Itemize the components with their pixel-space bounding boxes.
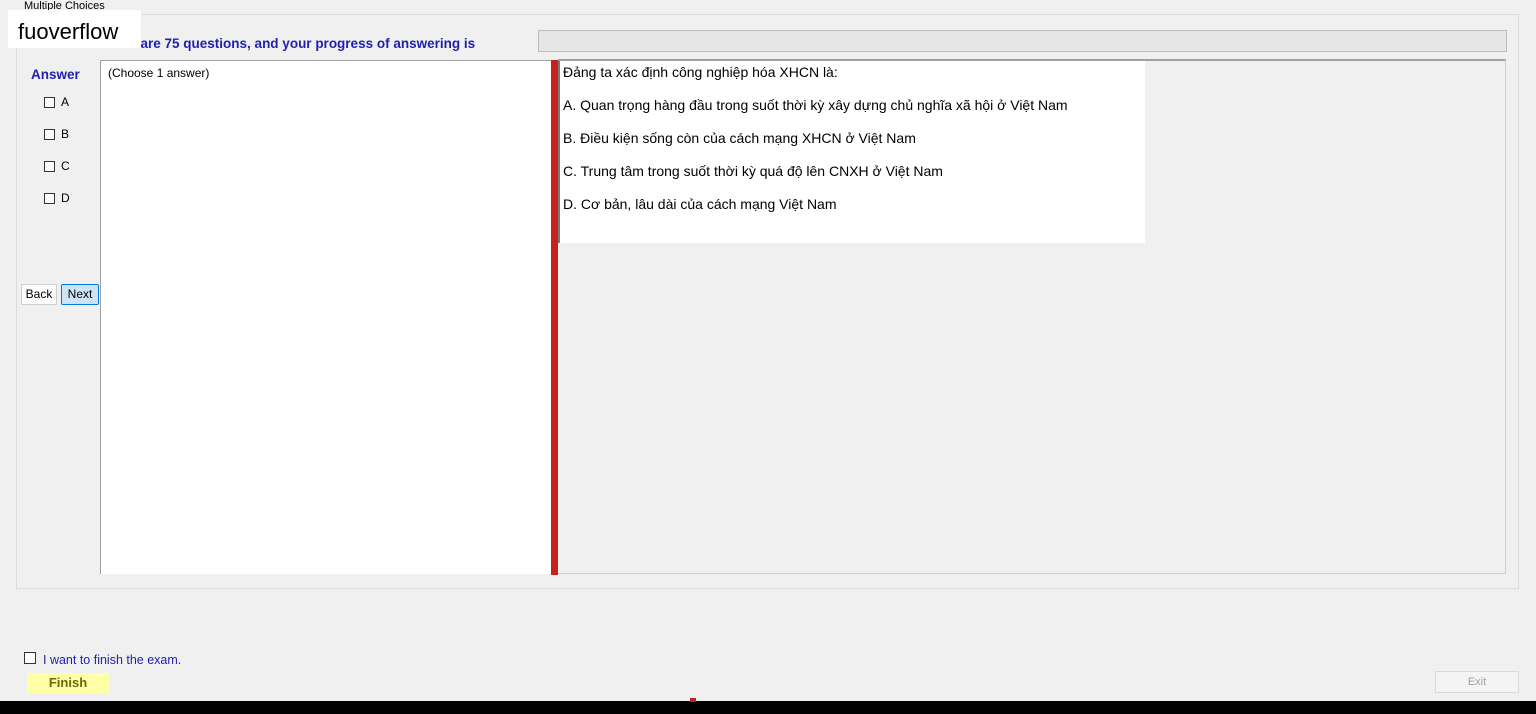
finish-button[interactable]: Finish <box>27 673 109 693</box>
answer-title: Answer <box>31 67 80 82</box>
answer-instruction-panel <box>100 60 551 574</box>
panel-splitter[interactable] <box>551 60 558 575</box>
question-choice-b: B. Điều kiện sống còn của cách mạng XHCN… <box>563 130 916 146</box>
taskbar-marker <box>690 698 696 702</box>
choose-instruction: (Choose 1 answer) <box>108 66 210 80</box>
finish-exam-label: I want to finish the exam. <box>43 653 182 667</box>
next-button[interactable]: Next <box>61 284 99 305</box>
progress-text: There are 75 questions, and your progres… <box>100 36 476 51</box>
answer-option-label: A <box>61 95 70 109</box>
checkbox-d[interactable] <box>44 192 55 204</box>
progress-bar <box>538 30 1507 52</box>
finish-exam-checkbox-row[interactable]: I want to finish the exam. <box>24 651 182 667</box>
answer-option-label: C <box>61 159 70 173</box>
exit-button[interactable]: Exit <box>1435 671 1519 693</box>
answer-option-d[interactable]: D <box>44 191 70 205</box>
answer-option-a[interactable]: A <box>44 95 69 109</box>
answer-option-c[interactable]: C <box>44 159 70 173</box>
answer-option-b[interactable]: B <box>44 127 69 141</box>
answer-option-label: B <box>61 127 70 141</box>
question-stem: Đảng ta xác định công nghiệp hóa XHCN là… <box>563 64 838 80</box>
answer-option-label: D <box>61 191 70 205</box>
checkbox-a[interactable] <box>44 96 55 108</box>
back-button[interactable]: Back <box>21 284 57 305</box>
taskbar <box>0 701 1536 714</box>
watermark-logo: fuoverflow <box>8 10 141 48</box>
finish-exam-checkbox[interactable] <box>24 652 36 664</box>
question-choice-c: C. Trung tâm trong suốt thời kỳ quá độ l… <box>563 163 943 179</box>
checkbox-c[interactable] <box>44 160 55 172</box>
question-choice-d: D. Cơ bản, lâu dài của cách mạng Việt Na… <box>563 196 837 212</box>
question-box <box>558 61 1145 243</box>
checkbox-b[interactable] <box>44 128 55 140</box>
question-choice-a: A. Quan trọng hàng đầu trong suốt thời k… <box>563 97 1068 113</box>
